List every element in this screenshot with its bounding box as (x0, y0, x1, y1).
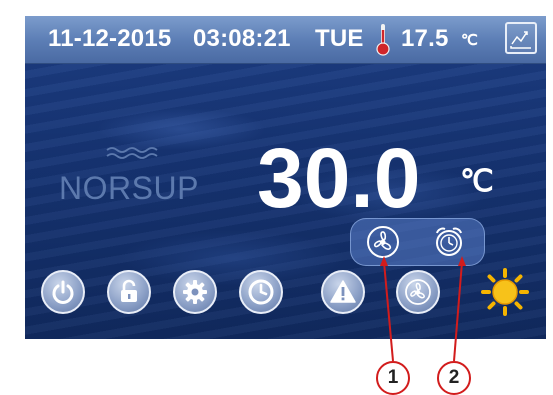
set-temperature[interactable]: 30.0 (257, 133, 421, 223)
brand-waves-icon (106, 147, 158, 159)
controller-screen: 11-12-2015 03:08:21 TUE 17.5 ℃ NORSUP 30… (25, 16, 546, 339)
sun-icon (481, 268, 529, 316)
outdoor-temperature-unit: ℃ (461, 32, 479, 49)
thermometer-icon (376, 24, 390, 56)
weekday-display: TUE (315, 25, 364, 52)
trend-chart-button[interactable] (505, 22, 537, 54)
lock-button[interactable] (107, 270, 151, 314)
timer-button[interactable] (239, 270, 283, 314)
date-display: 11-12-2015 (48, 25, 172, 52)
clock-icon (248, 279, 274, 305)
heat-mode-button[interactable] (480, 267, 530, 317)
set-temperature-unit: ℃ (460, 165, 494, 198)
callout-2: 2 (437, 361, 471, 395)
fan-icon (367, 226, 399, 258)
mode-status-popup (350, 218, 485, 266)
settings-button[interactable] (173, 270, 217, 314)
power-button[interactable] (41, 270, 85, 314)
fan-icon (405, 279, 431, 305)
time-display: 03:08:21 (193, 25, 291, 52)
warning-icon (330, 280, 356, 303)
callout-1: 1 (376, 361, 410, 395)
fan-button[interactable] (396, 270, 440, 314)
outdoor-temperature: 17.5 (401, 25, 449, 52)
trend-chart-icon (510, 31, 531, 49)
brand-logo: NORSUP (59, 170, 199, 206)
unlock-icon (121, 279, 137, 302)
status-bar: 11-12-2015 03:08:21 TUE 17.5 ℃ (25, 16, 546, 64)
alarm-button[interactable] (321, 270, 365, 314)
power-icon (52, 280, 74, 304)
gear-icon (183, 280, 207, 304)
alarm-clock-icon (436, 227, 462, 256)
